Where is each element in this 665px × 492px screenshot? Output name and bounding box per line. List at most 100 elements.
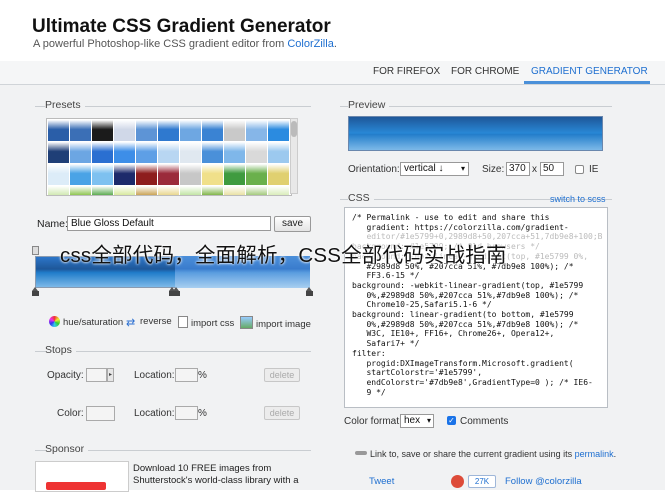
orientation-select[interactable]: vertical ↓ ▾	[400, 162, 469, 176]
preset-swatch[interactable]	[135, 119, 158, 142]
preset-swatch[interactable]	[267, 163, 290, 186]
preset-swatch[interactable]	[91, 119, 114, 142]
opacity-location-input[interactable]	[175, 368, 198, 382]
location-label: Location:	[134, 408, 175, 419]
color-format-label: Color format:	[344, 416, 402, 427]
preset-swatch[interactable]	[245, 141, 268, 164]
chevron-down-icon: ▾	[460, 164, 465, 173]
preview-label: Preview	[348, 99, 390, 111]
color-picker-input[interactable]	[86, 406, 115, 421]
sponsor-text[interactable]: Download 10 FREE images from Shutterstock…	[133, 463, 298, 487]
orientation-label: Orientation:	[348, 164, 400, 175]
reverse-tool[interactable]: ⇄ reverse	[126, 316, 172, 329]
preset-swatch[interactable]	[245, 163, 268, 186]
preset-swatch[interactable]	[157, 119, 180, 142]
preset-swatch[interactable]	[179, 163, 202, 186]
ie-checkbox[interactable]	[575, 165, 584, 174]
gradient-preview	[348, 116, 603, 151]
preset-swatch[interactable]	[135, 141, 158, 164]
colorzilla-link[interactable]: ColorZilla	[287, 38, 333, 50]
preset-swatch[interactable]	[91, 163, 114, 186]
preset-swatch[interactable]	[267, 141, 290, 164]
switch-to-scss-link[interactable]: switch to scss	[550, 194, 606, 204]
comments-checkbox[interactable]: ✓	[447, 416, 456, 425]
google-plus-icon[interactable]	[451, 475, 464, 488]
import-image-icon	[240, 316, 253, 329]
follow-colorzilla-link[interactable]: Follow @colorzilla	[505, 476, 582, 487]
preset-swatch[interactable]	[69, 163, 92, 186]
permalink-text: Link to, save or share the current gradi…	[370, 449, 616, 459]
preset-swatch[interactable]	[47, 119, 70, 142]
preset-swatch[interactable]	[69, 185, 92, 195]
preset-swatch[interactable]	[201, 119, 224, 142]
hue-saturation-tool[interactable]: hue/saturation	[49, 316, 123, 328]
preset-swatch[interactable]	[91, 185, 114, 195]
preset-swatch[interactable]	[157, 163, 180, 186]
tab-for-firefox[interactable]: FOR FIREFOX	[373, 66, 440, 77]
opacity-spinner[interactable]: ▸	[107, 368, 114, 382]
preset-swatch[interactable]	[179, 119, 202, 142]
preset-swatch[interactable]	[201, 185, 224, 195]
preset-swatch[interactable]	[223, 141, 246, 164]
preset-swatch[interactable]	[91, 141, 114, 164]
presets-scroll-thumb[interactable]	[291, 121, 297, 137]
color-stop-marker[interactable]	[32, 287, 39, 296]
gradient-name-input[interactable]: Blue Gloss Default	[67, 216, 271, 231]
tweet-button[interactable]: Tweet	[369, 476, 394, 487]
color-stop-marker[interactable]	[173, 287, 180, 296]
permalink-link[interactable]: permalink	[575, 449, 614, 459]
preset-swatch[interactable]	[201, 163, 224, 186]
css-code-line: filter:	[352, 348, 386, 358]
preset-swatch[interactable]	[69, 141, 92, 164]
width-input[interactable]: 370	[506, 162, 530, 176]
save-button[interactable]: save	[274, 216, 311, 232]
color-format-value: hex	[404, 415, 421, 426]
opacity-input[interactable]	[86, 368, 107, 382]
import-image-tool[interactable]: import image	[240, 316, 311, 330]
preset-swatch[interactable]	[223, 185, 246, 195]
color-location-input[interactable]	[175, 406, 198, 420]
tab-for-chrome[interactable]: FOR CHROME	[451, 66, 519, 77]
preset-swatch[interactable]	[157, 185, 180, 195]
preset-swatch[interactable]	[113, 119, 136, 142]
tab-gradient-generator[interactable]: GRADIENT GENERATOR	[531, 66, 648, 77]
preset-swatch[interactable]	[135, 163, 158, 186]
preset-swatch[interactable]	[223, 119, 246, 142]
preset-swatch[interactable]	[135, 185, 158, 195]
location-label: Location:	[134, 370, 175, 381]
preset-swatch[interactable]	[179, 141, 202, 164]
opacity-stop-marker[interactable]	[32, 246, 39, 255]
preset-swatch[interactable]	[245, 185, 268, 195]
color-stop-marker[interactable]	[306, 287, 313, 296]
preset-swatch[interactable]	[157, 141, 180, 164]
preset-swatch[interactable]	[69, 119, 92, 142]
css-code-line: gradient: https://colorzilla.com/gradien…	[366, 222, 569, 232]
ie-label: IE	[589, 164, 599, 175]
color-delete-button[interactable]: delete	[264, 406, 300, 420]
sponsor-logo[interactable]	[35, 461, 129, 492]
preset-swatch[interactable]	[223, 163, 246, 186]
share-count: 27K	[468, 475, 496, 488]
percent-sign: %	[198, 408, 207, 419]
css-label: CSS	[348, 192, 374, 204]
import-css-tool[interactable]: import css	[178, 316, 234, 329]
reverse-arrows-icon: ⇄	[126, 317, 136, 329]
preset-swatch[interactable]	[201, 141, 224, 164]
page-subtitle: A powerful Photoshop-like CSS gradient e…	[33, 38, 337, 50]
preset-swatch[interactable]	[267, 119, 290, 142]
preset-swatch[interactable]	[113, 141, 136, 164]
comments-label: Comments	[460, 416, 509, 427]
tool-label: hue/saturation	[63, 317, 124, 328]
preset-swatch[interactable]	[245, 119, 268, 142]
preset-swatch[interactable]	[47, 185, 70, 195]
height-input[interactable]: 50	[540, 162, 564, 176]
preset-swatch[interactable]	[113, 185, 136, 195]
preset-swatch[interactable]	[47, 163, 70, 186]
preset-swatch[interactable]	[267, 185, 290, 195]
css-code-line: 0%,#2989d8 50%,#207cca 51%,#7db9e8 100%)…	[366, 319, 579, 329]
opacity-delete-button[interactable]: delete	[264, 368, 300, 382]
color-format-select[interactable]: hex ▾	[400, 414, 434, 428]
preset-swatch[interactable]	[179, 185, 202, 195]
preset-swatch[interactable]	[47, 141, 70, 164]
preset-swatch[interactable]	[113, 163, 136, 186]
